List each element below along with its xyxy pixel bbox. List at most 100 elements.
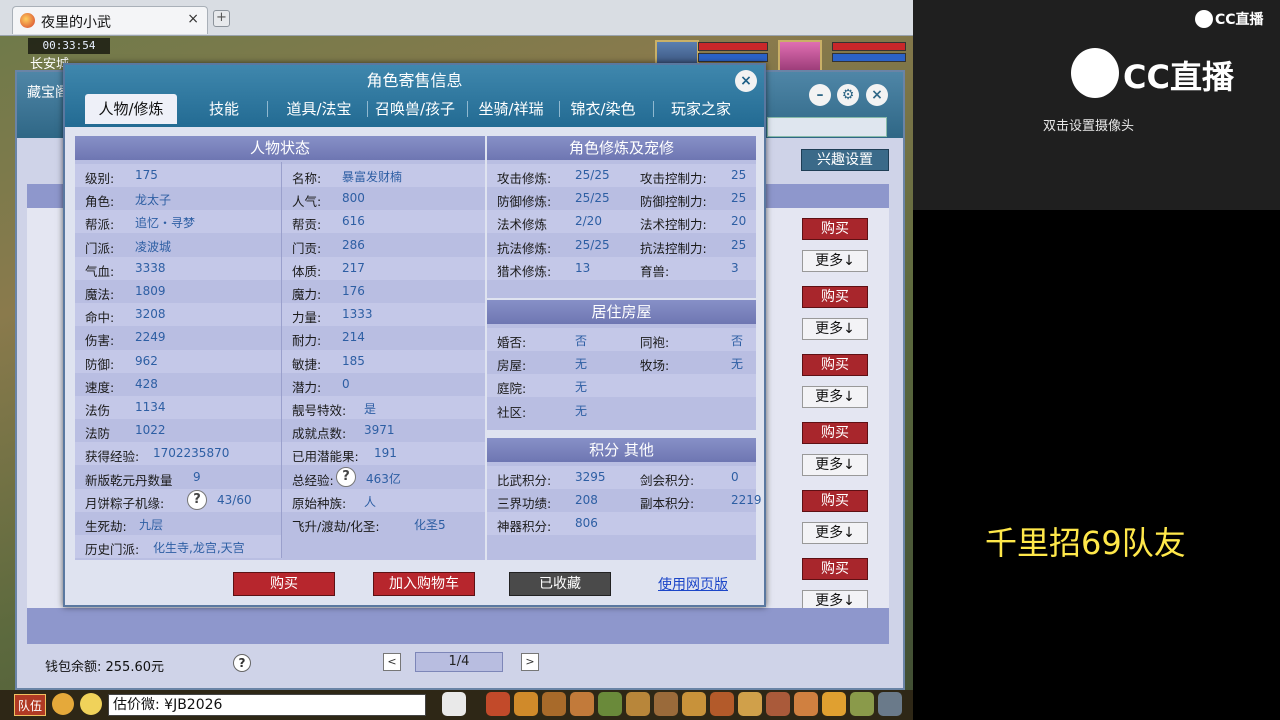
status-value: 1333 — [342, 307, 373, 322]
guild-icon[interactable] — [682, 692, 706, 716]
bag-icon[interactable] — [542, 692, 566, 716]
team-icon[interactable] — [598, 692, 622, 716]
favorited-button[interactable]: 已收藏 — [509, 572, 611, 596]
status-value: 化圣5 — [414, 518, 446, 532]
info-value: 25/25 — [575, 237, 610, 252]
status-value: 凌波城 — [135, 239, 172, 254]
status-label: 耐力: — [292, 333, 322, 349]
listing-buy-button[interactable]: 购买 — [802, 490, 868, 512]
status-value: 176 — [342, 284, 365, 298]
status-row: 魔力: 176 — [282, 280, 485, 303]
status-label: 帮派: — [85, 217, 115, 233]
status-value: 龙太子 — [135, 193, 172, 208]
tab-summons-children[interactable]: 召唤兽/孩子 — [369, 94, 461, 124]
info-value: 2219 — [731, 493, 762, 508]
listing-more-button[interactable]: 更多↓ — [802, 318, 868, 340]
use-web-version-link[interactable]: 使用网页版 — [658, 574, 728, 594]
new-tab-button[interactable]: + — [213, 10, 230, 27]
buy-button[interactable]: 购买 — [233, 572, 335, 596]
prev-page-button[interactable]: < — [383, 653, 401, 671]
listing-more-button[interactable]: 更多↓ — [802, 454, 868, 476]
attack-icon[interactable] — [486, 692, 510, 716]
listing-buy-button[interactable]: 购买 — [802, 558, 868, 580]
close-icon[interactable]: × — [866, 84, 888, 106]
info-label: 法术修炼 — [497, 217, 548, 233]
info-row: 神器积分: 806 — [487, 512, 756, 536]
status-row: 生死劫: 九层 — [75, 512, 281, 535]
status-label: 人气: — [292, 194, 322, 210]
status-label: 获得经验: — [85, 449, 140, 465]
status-value: 暴富发财楠 — [342, 170, 403, 184]
cultivation-header: 角色修炼及宠修 — [487, 136, 756, 160]
status-value: 214 — [342, 330, 365, 345]
housing-header: 居住房屋 — [487, 300, 756, 324]
gear-icon[interactable]: ⚙ — [837, 84, 859, 106]
system-icon[interactable] — [850, 692, 874, 716]
status-row: 速度: 428 — [75, 372, 281, 396]
tab-character-cultivation[interactable]: 人物/修炼 — [85, 94, 177, 124]
pet-icon[interactable] — [626, 692, 650, 716]
microphone-icon[interactable] — [52, 693, 74, 715]
market-footer-band — [27, 608, 889, 644]
status-value: 九层 — [139, 518, 164, 532]
status-row: 成就点数: 3971 — [282, 419, 485, 443]
add-to-cart-button[interactable]: 加入购物车 — [373, 572, 475, 596]
pet-tray-icon[interactable] — [442, 692, 466, 716]
info-row: 抗法修炼: 25/25 抗法控制力: 25 — [487, 233, 756, 257]
status-value: 185 — [342, 353, 365, 368]
info-row: 法术修炼 2/20 法术控制力: 20 — [487, 210, 756, 234]
help-icon[interactable]: ? — [187, 489, 207, 510]
next-page-button[interactable]: > — [521, 653, 539, 671]
settings-icon[interactable] — [878, 692, 902, 716]
cultivation-panel: 角色修炼及宠修 攻击修炼: 25/25 攻击控制力: 25 防御修炼: 25/25 防御控制… — [487, 136, 756, 298]
status-label: 成就点数: — [292, 426, 347, 442]
item-icon[interactable] — [514, 692, 538, 716]
camera-preview[interactable]: CC直播 CC直播 双击设置摄像头 — [913, 0, 1280, 210]
game-favicon-icon — [20, 13, 35, 28]
tab-mounts[interactable]: 坐骑/祥瑞 — [469, 94, 553, 124]
team-button[interactable]: 队伍 — [14, 694, 46, 716]
status-label: 帮贡: — [292, 217, 322, 233]
dialog-title: 角色寄售信息 — [366, 71, 463, 90]
tab-player-home[interactable]: 玩家之家 — [657, 94, 745, 124]
listing-more-button[interactable]: 更多↓ — [802, 522, 868, 544]
listing-buy-button[interactable]: 购买 — [802, 286, 868, 308]
tab-items-treasures[interactable]: 道具/法宝 — [277, 94, 361, 124]
browser-tab-title: 夜里的小武 — [41, 15, 111, 31]
minimize-icon[interactable]: – — [809, 84, 831, 106]
status-row: 人气: 800 — [282, 187, 485, 211]
info-row: 攻击修炼: 25/25 攻击控制力: 25 — [487, 164, 756, 187]
status-row: 魔法: 1809 — [75, 280, 281, 303]
market-search-input[interactable] — [767, 117, 887, 137]
friend-icon[interactable] — [710, 692, 734, 716]
chat-bubble-icon[interactable] — [80, 693, 102, 715]
points-panel: 积分 其他 比武积分: 3295 剑会积分: 0 三界功绩: 208 副本积分: 2219 神器… — [487, 438, 762, 560]
cultivation-rows: 攻击修炼: 25/25 攻击控制力: 25 防御修炼: 25/25 防御控制力: 25 法术修炼… — [487, 164, 756, 294]
status-label: 法防 — [85, 426, 111, 442]
trade-icon[interactable] — [570, 692, 594, 716]
mail-icon[interactable] — [766, 692, 790, 716]
gift-icon[interactable] — [794, 692, 818, 716]
tab-skills[interactable]: 技能 — [191, 94, 257, 124]
status-row: 门贡: 286 — [282, 233, 485, 257]
status-label: 敏捷: — [292, 356, 322, 372]
browser-tab[interactable]: 夜里的小武 × — [12, 6, 208, 34]
tab-separator — [653, 101, 654, 117]
help-icon[interactable]: ? — [233, 654, 251, 672]
chat-input[interactable]: 估价微: ¥JB2026 — [108, 694, 426, 716]
dialog-close-icon[interactable]: × — [735, 70, 757, 92]
listing-more-button[interactable]: 更多↓ — [802, 386, 868, 408]
info-value: 20 — [731, 214, 747, 229]
listing-buy-button[interactable]: 购买 — [802, 218, 868, 240]
help-icon[interactable]: ? — [336, 466, 356, 487]
listing-buy-button[interactable]: 购买 — [802, 422, 868, 444]
smiley-icon[interactable] — [822, 692, 846, 716]
recruit-banner: 千里招69队友 — [985, 524, 1186, 562]
listing-more-button[interactable]: 更多↓ — [802, 250, 868, 272]
listing-buy-button[interactable]: 购买 — [802, 354, 868, 376]
tab-close-icon[interactable]: × — [187, 11, 199, 27]
interest-settings-button[interactable]: 兴趣设置 — [801, 149, 889, 171]
tab-outfits-dyes[interactable]: 锦衣/染色 — [561, 94, 645, 124]
skill-icon[interactable] — [738, 692, 762, 716]
quest-icon[interactable] — [654, 692, 678, 716]
